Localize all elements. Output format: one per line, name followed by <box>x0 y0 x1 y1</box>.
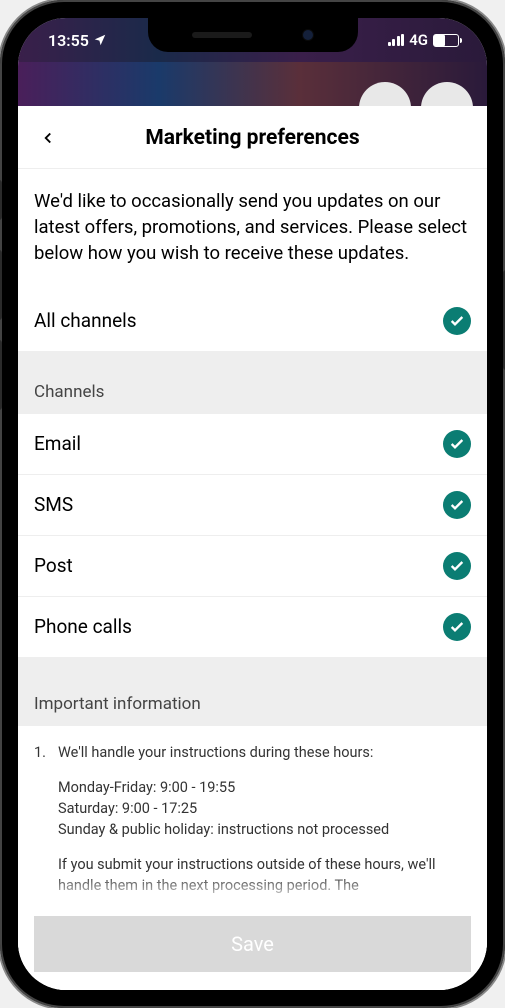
notch <box>148 18 358 52</box>
important-section-header: Important information <box>18 658 487 726</box>
info-body: We'll handle your instructions during th… <box>58 742 471 904</box>
info-number: 1. <box>34 742 46 904</box>
all-channels-toggle[interactable] <box>443 307 471 335</box>
background-peek <box>18 62 487 106</box>
channels-section-header: Channels <box>18 352 487 414</box>
location-icon <box>93 33 107 47</box>
intro-text: We'd like to occasionally send you updat… <box>18 169 487 291</box>
info-followup: If you submit your instructions outside … <box>58 854 471 896</box>
save-button[interactable]: Save <box>34 916 471 972</box>
channel-row-email[interactable]: Email <box>18 414 487 475</box>
channel-toggle-phone[interactable] <box>443 613 471 641</box>
volume-up-button <box>0 250 2 320</box>
channel-toggle-email[interactable] <box>443 430 471 458</box>
info-hours: Monday-Friday: 9:00 - 19:55 Saturday: 9:… <box>58 777 471 840</box>
hours-line-3: Sunday & public holiday: instructions no… <box>58 819 471 840</box>
all-channels-label: All channels <box>34 309 137 332</box>
channel-label: SMS <box>34 493 73 516</box>
side-button <box>0 180 2 220</box>
status-time: 13:55 <box>48 31 89 50</box>
all-channels-row[interactable]: All channels <box>18 291 487 352</box>
channel-label: Post <box>34 554 73 577</box>
channel-toggle-post[interactable] <box>443 552 471 580</box>
network-label: 4G <box>409 31 428 49</box>
hours-line-1: Monday-Friday: 9:00 - 19:55 <box>58 777 471 798</box>
phone-frame: 13:55 4G <box>0 0 505 1008</box>
chevron-left-icon <box>39 129 57 147</box>
nav-header: Marketing preferences <box>18 106 487 169</box>
signal-icon <box>388 34 405 46</box>
volume-down-button <box>0 340 2 410</box>
check-icon <box>449 619 465 635</box>
status-left: 13:55 <box>48 31 107 50</box>
info-lead: We'll handle your instructions during th… <box>58 742 471 763</box>
footer: Save <box>18 904 487 990</box>
hours-line-2: Saturday: 9:00 - 17:25 <box>58 798 471 819</box>
channel-toggle-sms[interactable] <box>443 491 471 519</box>
channel-row-sms[interactable]: SMS <box>18 475 487 536</box>
scroll-area[interactable]: We'd like to occasionally send you updat… <box>18 169 487 904</box>
battery-icon <box>433 34 459 47</box>
check-icon <box>449 313 465 329</box>
content: Marketing preferences We'd like to occas… <box>18 106 487 990</box>
channel-label: Email <box>34 432 81 455</box>
channel-label: Phone calls <box>34 615 132 638</box>
info-block: 1. We'll handle your instructions during… <box>18 726 487 904</box>
back-button[interactable] <box>34 124 62 152</box>
speaker <box>192 32 252 38</box>
channel-row-phone[interactable]: Phone calls <box>18 597 487 658</box>
info-item-1: 1. We'll handle your instructions during… <box>34 742 471 904</box>
channel-row-post[interactable]: Post <box>18 536 487 597</box>
front-camera <box>302 29 314 41</box>
page-title: Marketing preferences <box>62 126 443 150</box>
check-icon <box>449 558 465 574</box>
check-icon <box>449 436 465 452</box>
screen: 13:55 4G <box>18 18 487 990</box>
check-icon <box>449 497 465 513</box>
status-right: 4G <box>388 31 459 49</box>
